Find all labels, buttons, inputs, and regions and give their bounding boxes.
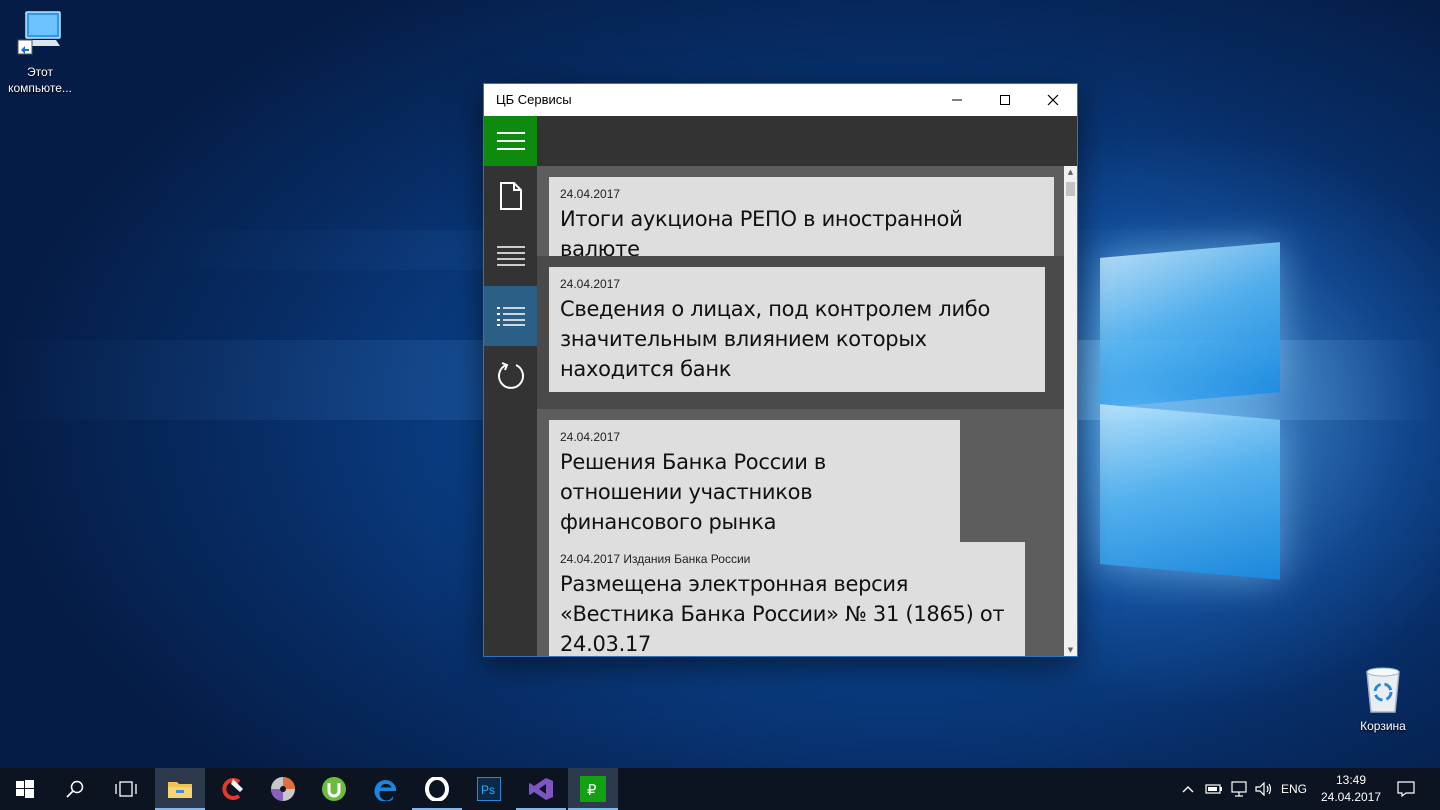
- desktop-icon-label: Корзина: [1360, 719, 1406, 733]
- refresh-icon: [497, 362, 524, 389]
- nav-item-list[interactable]: [484, 226, 537, 286]
- news-headline: Размещена электронная версия «Вестника Б…: [560, 572, 1005, 656]
- list-item[interactable]: 24.04.2017 Издания Банка России Размещен…: [537, 531, 1064, 656]
- windows-logo-pane: [1100, 242, 1280, 408]
- clock-time: 13:49: [1335, 773, 1367, 787]
- ccleaner-icon: [222, 778, 243, 800]
- taskbar-app-cb-services[interactable]: ₽: [568, 768, 618, 810]
- photoshop-icon: Ps: [477, 777, 501, 801]
- search-button[interactable]: [50, 768, 100, 810]
- tray-clock[interactable]: 13:49 24.04.2017: [1314, 772, 1388, 806]
- minimize-icon: [952, 99, 962, 101]
- windows-logo-pane: [1100, 404, 1280, 580]
- list-icon: [496, 246, 525, 266]
- desktop-icon-recycle-bin[interactable]: Корзина: [1343, 666, 1423, 734]
- news-card[interactable]: 24.04.2017 Сведения о лицах, под контрол…: [549, 267, 1045, 392]
- this-pc-icon: [17, 11, 61, 55]
- tray-battery[interactable]: [1202, 768, 1226, 810]
- list-item-selected[interactable]: 24.04.2017 Сведения о лицах, под контрол…: [537, 256, 1064, 409]
- news-date: 24.04.2017: [560, 277, 621, 291]
- close-button[interactable]: [1029, 84, 1077, 116]
- hamburger-icon: [496, 132, 525, 150]
- nav-item-bulleted-list[interactable]: [484, 286, 537, 346]
- taskbar-app-file-explorer[interactable]: [155, 768, 205, 810]
- cb-services-label: ₽: [587, 781, 597, 799]
- tray-volume[interactable]: [1252, 768, 1276, 810]
- app-window: ЦБ Сервисы 24.04.2017 Итоги аукциона РЕП…: [483, 83, 1078, 657]
- edge-icon: [374, 780, 396, 801]
- nav-item-documents[interactable]: [484, 166, 537, 226]
- nav-item-refresh[interactable]: [484, 346, 537, 406]
- desktop-icon-this-pc[interactable]: Этот компьюте...: [0, 10, 80, 96]
- dvd-icon: [271, 777, 295, 801]
- taskbar-app-dvd[interactable]: [258, 768, 308, 810]
- task-view-icon: [115, 781, 137, 797]
- news-card[interactable]: 24.04.2017 Решения Банка России в отноше…: [549, 420, 960, 545]
- news-headline: Итоги аукциона РЕПО в иностранной валюте: [560, 207, 963, 261]
- news-card[interactable]: 24.04.2017 Издания Банка России Размещен…: [549, 542, 1025, 656]
- nav-sidebar: [484, 166, 537, 656]
- start-button[interactable]: [0, 768, 50, 810]
- search-icon: [66, 780, 84, 798]
- taskbar-app-edge[interactable]: [361, 768, 411, 810]
- hamburger-menu-button[interactable]: [484, 116, 537, 166]
- taskbar-app-opera[interactable]: [412, 768, 462, 810]
- recycle-bin-icon: [1366, 667, 1400, 713]
- news-date: 24.04.2017 Издания Банка России: [560, 552, 751, 566]
- scroll-down-icon[interactable]: ▼: [1064, 644, 1077, 656]
- tray-language[interactable]: ENG: [1278, 768, 1310, 810]
- news-list[interactable]: 24.04.2017 Итоги аукциона РЕПО в иностра…: [537, 166, 1064, 656]
- close-icon: [1047, 94, 1059, 106]
- task-view-button[interactable]: [101, 768, 151, 810]
- news-date: 24.04.2017: [560, 430, 621, 444]
- notification-icon: [1397, 781, 1415, 797]
- document-icon: [499, 182, 522, 210]
- network-icon: [1231, 781, 1247, 797]
- list-item[interactable]: 24.04.2017 Решения Банка России в отноше…: [537, 409, 1064, 545]
- news-headline: Решения Банка России в отношении участни…: [560, 450, 826, 534]
- desktop-icon-label: Этот компьюте...: [8, 65, 72, 95]
- cb-services-icon: ₽: [580, 776, 606, 802]
- maximize-button[interactable]: [981, 84, 1029, 116]
- opera-icon: [425, 777, 449, 801]
- window-title: ЦБ Сервисы: [496, 92, 572, 107]
- minimize-button[interactable]: [933, 84, 981, 116]
- taskbar: Ps ₽ ENG 13:49 24.04.2017: [0, 768, 1440, 810]
- taskbar-app-ccleaner[interactable]: [207, 768, 257, 810]
- news-headline: Сведения о лицах, под контролем либо зна…: [560, 297, 990, 381]
- photoshop-label: Ps: [481, 783, 495, 797]
- scroll-up-icon[interactable]: ▲: [1064, 166, 1077, 178]
- volume-icon: [1255, 782, 1272, 796]
- visual-studio-icon: [529, 778, 553, 800]
- bulleted-list-icon: [496, 307, 525, 326]
- list-item[interactable]: 24.04.2017 Итоги аукциона РЕПО в иностра…: [537, 166, 1064, 272]
- taskbar-app-utorrent[interactable]: [309, 768, 359, 810]
- tray-network[interactable]: [1228, 768, 1252, 810]
- taskbar-app-visual-studio[interactable]: [516, 768, 566, 810]
- tray-show-hidden-button[interactable]: [1178, 768, 1198, 810]
- start-icon: [16, 780, 34, 798]
- taskbar-app-photoshop[interactable]: Ps: [464, 768, 514, 810]
- action-center-button[interactable]: [1392, 768, 1420, 810]
- app-header: [484, 116, 1077, 166]
- clock-date: 24.04.2017: [1320, 790, 1382, 804]
- file-explorer-icon: [168, 782, 192, 798]
- chevron-up-icon: [1182, 786, 1194, 793]
- utorrent-icon: [322, 777, 346, 801]
- scroll-thumb[interactable]: [1066, 182, 1075, 196]
- news-date: 24.04.2017: [560, 187, 621, 201]
- title-bar[interactable]: ЦБ Сервисы: [484, 84, 1077, 116]
- battery-icon: [1205, 784, 1222, 794]
- vertical-scrollbar[interactable]: ▲ ▼: [1064, 166, 1077, 656]
- maximize-icon: [1000, 95, 1010, 105]
